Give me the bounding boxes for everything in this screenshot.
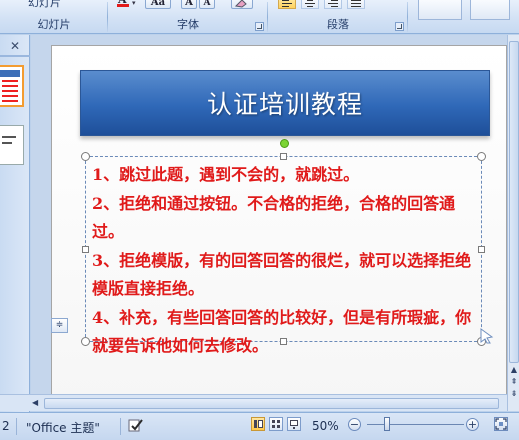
next-slide-icon[interactable]: ⇟ (509, 389, 519, 399)
resize-handle-bottom-left[interactable] (81, 337, 90, 346)
arrange-button[interactable] (470, 0, 510, 20)
horizontal-scrollbar[interactable]: ◀ (0, 394, 507, 411)
thumbnail-line (2, 142, 12, 144)
bullet-1: 1、跳过此题，遇到不会的，就跳过。 (92, 165, 360, 184)
slide-canvas: 认证培训教程 1、跳过此题，遇到不会的，就跳过。 2、拒绝和通过按钮。不合格的拒… (31, 35, 507, 411)
shrink-font-icon[interactable]: A (199, 0, 215, 9)
thumbnail-line (2, 100, 18, 102)
resize-handle-top[interactable] (280, 153, 287, 160)
justify-icon[interactable] (347, 0, 365, 9)
thumbnail-line (2, 90, 18, 92)
close-icon[interactable]: ✕ (10, 39, 20, 53)
ribbon-group-font: A ▾ Aa A A 字体 (108, 0, 268, 33)
scroll-left-icon[interactable]: ◀ (32, 398, 38, 407)
zoom-slider-thumb[interactable] (384, 417, 390, 431)
clear-format-icon[interactable] (231, 0, 253, 9)
font-color-icon[interactable]: A ▾ (116, 0, 138, 8)
slide: 认证培训教程 1、跳过此题，遇到不会的，就跳过。 2、拒绝和通过按钮。不合格的拒… (51, 45, 507, 411)
thumbnail-line (2, 95, 18, 97)
vertical-scroll-thumb[interactable] (509, 41, 519, 363)
ribbon-group-drawing (408, 0, 519, 33)
ribbon-group-slides-label: 幻灯片 (37, 18, 71, 31)
previous-slide-icon[interactable]: ⇞ (509, 377, 519, 387)
resize-handle-bottom[interactable] (280, 338, 287, 345)
font-dialog-launcher[interactable] (255, 22, 264, 31)
shapes-gallery[interactable] (418, 0, 462, 20)
body-text[interactable]: 1、跳过此题，遇到不会的，就跳过。 2、拒绝和通过按钮。不合格的拒绝，合格的回答… (92, 161, 480, 361)
zoom-slider-track[interactable] (367, 424, 464, 425)
slide-thumbnail-1[interactable] (0, 65, 24, 107)
spelling-check-icon[interactable] (127, 417, 145, 433)
bullet-4: 4、补充，有些回答回答的比较好，但是有所瑕疵，你就要告诉他如何去修改。 (92, 307, 472, 356)
resize-handle-top-left[interactable] (81, 152, 90, 161)
slide-sorter-icon[interactable] (269, 417, 283, 431)
resize-handle-left[interactable] (82, 246, 89, 253)
vertical-scrollbar[interactable]: ▲ ⇞ ⇟ (507, 35, 519, 411)
align-right-icon[interactable] (324, 0, 342, 9)
ribbon: 幻灯片 幻灯片 A ▾ Aa A A 字体 段落 (0, 0, 519, 34)
zoom-level[interactable]: 50% (312, 419, 339, 433)
paragraph-dialog-launcher[interactable] (395, 22, 404, 31)
rotate-handle[interactable] (280, 139, 289, 148)
resize-handle-right[interactable] (478, 246, 485, 253)
grow-font-icon[interactable]: A (181, 0, 197, 9)
autofit-options-icon[interactable]: ≑ (51, 318, 68, 333)
resize-handle-top-right[interactable] (477, 152, 486, 161)
status-separator (16, 418, 17, 435)
thumbnail-line (2, 136, 16, 138)
pane-tab-strip (0, 55, 30, 57)
ribbon-group-font-label: 字体 (177, 18, 199, 31)
ribbon-group-paragraph: 段落 (268, 0, 408, 33)
body-textbox[interactable]: 1、跳过此题，遇到不会的，就跳过。 2、拒绝和通过按钮。不合格的拒绝，合格的回答… (81, 152, 486, 355)
align-left-icon[interactable] (278, 0, 296, 9)
normal-view-icon[interactable] (251, 417, 265, 431)
ribbon-group-slides: 幻灯片 幻灯片 (0, 0, 108, 33)
title-placeholder[interactable]: 认证培训教程 (80, 70, 490, 136)
slide-number-status: 2 (2, 419, 10, 433)
scroll-up-icon[interactable]: ▲ (509, 365, 519, 375)
slide-thumbnail-2[interactable] (0, 125, 24, 165)
thumbnail-line (2, 80, 18, 82)
zoom-out-icon[interactable]: − (348, 418, 361, 431)
horizontal-scroll-thumb[interactable] (44, 398, 499, 409)
thumbnail-title-bar (0, 70, 20, 77)
slideshow-icon[interactable] (287, 417, 301, 431)
ribbon-group-paragraph-label: 段落 (327, 18, 349, 31)
bullet-2: 2、拒绝和通过按钮。不合格的拒绝，合格的回答通过。 (92, 193, 456, 242)
change-case-icon[interactable]: Aa (145, 0, 171, 9)
ribbon-slides-cut-label: 幻灯片 (28, 0, 61, 9)
zoom-in-icon[interactable]: + (466, 418, 479, 431)
bullet-3: 3、拒绝模版，有的回答回答的很烂，就可以选择拒绝模版直接拒绝。 (92, 250, 472, 299)
align-center-icon[interactable] (301, 0, 319, 9)
fit-window-icon[interactable] (494, 417, 508, 431)
status-bar: 2 "Office 主题" 50% − + (0, 412, 519, 440)
slides-pane: ✕ (0, 35, 30, 412)
status-separator (120, 418, 121, 435)
slide-title: 认证培训教程 (206, 90, 363, 119)
theme-name: "Office 主题" (26, 421, 100, 435)
cursor-icon (480, 328, 494, 344)
thumbnail-line (2, 85, 18, 87)
